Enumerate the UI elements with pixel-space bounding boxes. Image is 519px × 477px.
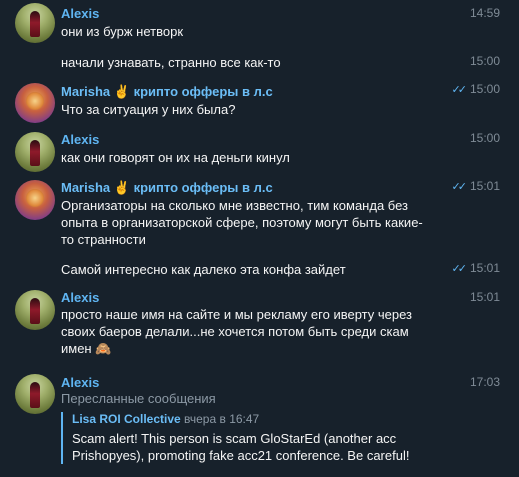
message-text: Что за ситуация у них была? <box>61 102 236 117</box>
message-time: 17:03 <box>469 375 500 389</box>
author-name[interactable]: Marisha ✌️ крипто офферы в л.с <box>61 84 273 100</box>
avatar-figure <box>30 382 40 408</box>
avatar-figure <box>30 298 40 324</box>
avatar-alexis[interactable] <box>15 374 55 414</box>
double-check-icon: ✓✓ <box>451 84 468 96</box>
message-time: 15:01 <box>469 290 500 304</box>
message: начали узнавать, странно все как-то 15:0… <box>0 48 519 78</box>
message-time: ✓✓ 15:00 <box>451 82 500 96</box>
forward-time: вчера в 16:47 <box>184 412 260 426</box>
chat-history[interactable]: Alexis они из бурж нетворк 14:59 начали … <box>0 0 519 477</box>
author-name[interactable]: Alexis <box>61 132 99 147</box>
forwarded-message[interactable]: Lisa ROI Collective вчера в 16:47 Scam a… <box>61 412 472 464</box>
double-check-icon: ✓✓ <box>451 263 468 275</box>
avatar-alexis[interactable] <box>15 132 55 172</box>
avatar-figure <box>26 92 44 110</box>
author-name[interactable]: Alexis <box>61 375 99 390</box>
victory-hand-icon: ✌️ <box>113 180 130 195</box>
victory-hand-icon: ✌️ <box>113 84 130 99</box>
avatar-alexis[interactable] <box>15 3 55 43</box>
forwarded-from: Lisa ROI Collective вчера в 16:47 <box>72 412 472 426</box>
message: Alexis Пересланные сообщения Lisa ROI Co… <box>0 366 519 477</box>
message: Alexis просто наше имя на сайте и мы рек… <box>0 286 519 366</box>
avatar-figure <box>30 11 40 37</box>
message: Alexis как они говорят он их на деньги к… <box>0 126 519 174</box>
author-name[interactable]: Alexis <box>61 6 99 21</box>
avatar-marisha[interactable] <box>15 180 55 220</box>
message-time: ✓✓ 15:01 <box>451 179 500 193</box>
avatar-marisha[interactable] <box>15 83 55 123</box>
message-text: просто наше имя на сайте и мы рекламу ег… <box>61 307 412 356</box>
forwarded-text: Scam alert! This person is scam GloStarE… <box>72 431 410 463</box>
avatar-alexis[interactable] <box>15 290 55 330</box>
message: Alexis они из бурж нетворк 14:59 <box>0 0 519 48</box>
avatar-figure <box>30 140 40 166</box>
message: Самой интересно как далеко эта конфа зай… <box>0 256 519 286</box>
message-time: 14:59 <box>469 6 500 20</box>
double-check-icon: ✓✓ <box>451 181 468 193</box>
message-time: 15:00 <box>469 54 500 68</box>
message-text: как они говорят он их на деньги кинул <box>61 150 290 165</box>
message-text: Организаторы на сколько мне известно, ти… <box>61 198 423 247</box>
message-text: они из бурж нетворк <box>61 24 184 39</box>
see-no-evil-monkey-icon: 🙈 <box>95 341 112 356</box>
message: Marisha ✌️ крипто офферы в л.с Что за си… <box>0 78 519 126</box>
message-time: ✓✓ 15:01 <box>451 261 500 275</box>
forwarded-label: Пересланные сообщения <box>61 391 216 406</box>
author-name[interactable]: Marisha ✌️ крипто офферы в л.с <box>61 180 273 196</box>
avatar-figure <box>26 189 44 207</box>
message-text: начали узнавать, странно все как-то <box>61 55 281 70</box>
message: Marisha ✌️ крипто офферы в л.с Организат… <box>0 174 519 256</box>
message-text: Самой интересно как далеко эта конфа зай… <box>61 262 346 277</box>
forward-source[interactable]: Lisa ROI Collective <box>72 412 181 426</box>
author-name[interactable]: Alexis <box>61 290 99 305</box>
message-time: 15:00 <box>469 131 500 145</box>
